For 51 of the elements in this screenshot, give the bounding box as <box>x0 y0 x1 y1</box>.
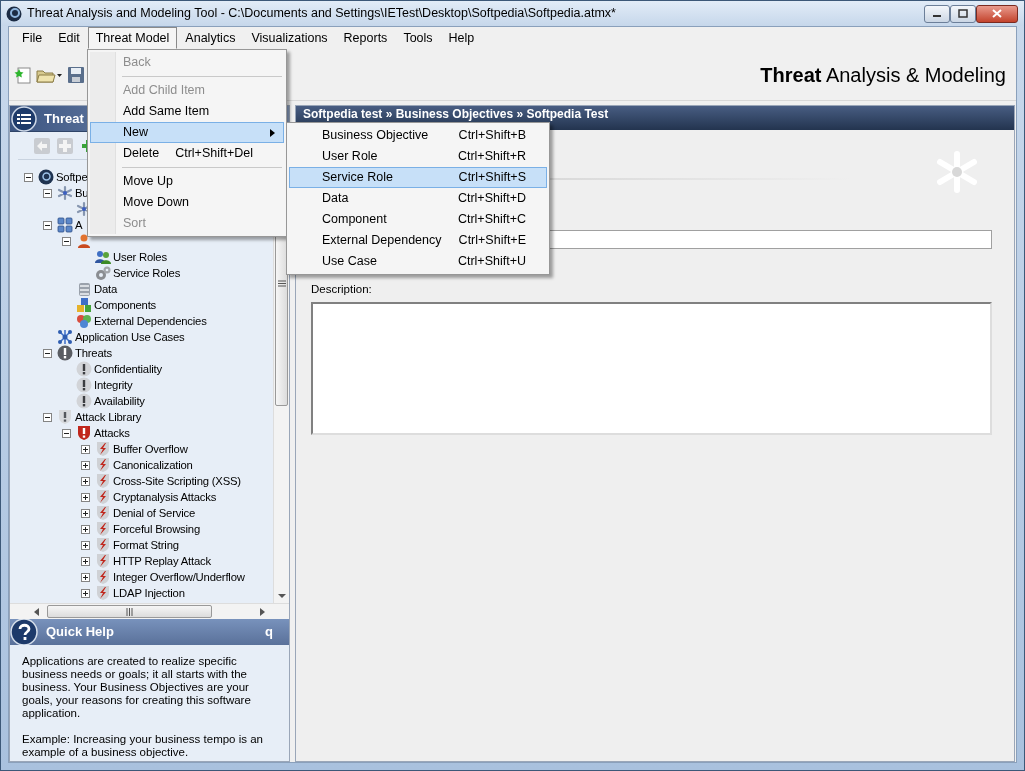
tree-item[interactable]: Attacks <box>94 424 130 442</box>
tree-item[interactable]: Application Use Cases <box>75 328 185 346</box>
menu-item[interactable]: Add Same Item <box>90 101 284 122</box>
tree-item[interactable]: Service Roles <box>113 264 181 282</box>
tree-item[interactable]: Denial of Service <box>113 504 195 522</box>
menu-item[interactable]: Move Down <box>90 192 284 213</box>
tree-item[interactable]: Integer Overflow/Underflow <box>113 568 245 586</box>
tree-item[interactable]: Forceful Browsing <box>113 520 200 538</box>
menu-item[interactable]: New <box>90 122 284 143</box>
menu-item[interactable]: Service Role Ctrl+Shift+S <box>289 167 547 188</box>
tree-item[interactable]: Attack Library <box>75 408 142 426</box>
window-title: Threat Analysis and Modeling Tool - C:\Documents and Settings\IETest\Desktop\Softpedia\Softpedia.atmx* <box>27 5 616 23</box>
tree-item[interactable]: HTTP Replay Attack <box>113 552 211 570</box>
panel-title: Threat <box>44 109 84 128</box>
tree-item[interactable]: Cross-Site Scripting (XSS) <box>113 472 241 490</box>
help-title: Quick Help <box>46 623 114 642</box>
menu-item[interactable]: Delete Ctrl+Shift+Del <box>90 143 284 164</box>
tree-item[interactable]: Buffer Overflow <box>113 440 188 458</box>
shortcut-key: q <box>265 622 273 642</box>
menu-item[interactable]: External Dependency Ctrl+Shift+E <box>289 230 547 251</box>
menu-item[interactable]: Threat Model <box>87 27 178 49</box>
menu-item[interactable]: Tools <box>395 27 441 49</box>
menu-item[interactable]: Edit <box>50 27 88 49</box>
tree-item[interactable]: Components <box>94 296 157 314</box>
menu-item[interactable]: File <box>14 27 51 49</box>
menu-item[interactable]: Data Ctrl+Shift+D <box>289 188 547 209</box>
menu-item[interactable]: Help <box>440 27 483 49</box>
tree-item[interactable]: Cryptanalysis Attacks <box>113 488 217 506</box>
tree-item[interactable]: Availability <box>94 392 145 410</box>
tree-item[interactable]: Softpe <box>56 168 88 186</box>
help-text: Example: Increasing your business tempo is an example of a business objective. <box>22 733 264 759</box>
menu-item[interactable]: Reports <box>335 27 396 49</box>
tree-item[interactable]: External Dependencies <box>94 312 207 330</box>
menu-item[interactable]: Component Ctrl+Shift+C <box>289 209 547 230</box>
tree-item[interactable]: LDAP Injection <box>113 584 185 602</box>
field-label: Description: <box>311 282 373 297</box>
menu-item[interactable]: Analytics <box>177 27 244 49</box>
menu-item[interactable]: Visualizations <box>243 27 336 49</box>
menu-item[interactable]: User Role Ctrl+Shift+R <box>289 146 547 167</box>
tree-item[interactable]: Format String <box>113 536 179 554</box>
menu-item[interactable]: Use Case Ctrl+Shift+U <box>289 251 547 272</box>
tree-item[interactable]: Integrity <box>94 376 133 394</box>
tree-item[interactable]: User Roles <box>113 248 167 266</box>
tree-item[interactable]: Threats <box>75 344 112 362</box>
tree-item[interactable]: Canonicalization <box>113 456 193 474</box>
tree-item[interactable]: Data <box>94 280 118 298</box>
app-heading: Threat Analysis & Modeling <box>760 62 1006 88</box>
tree-item[interactable]: A <box>75 216 83 234</box>
menu-item[interactable]: Move Up <box>90 171 284 192</box>
help-text: Applications are created to realize specific business needs or goals; it all starts with the business. Your Business Objectives are your goals, your reasons for creating this software application. <box>22 655 252 720</box>
tree-item[interactable]: Confidentiality <box>94 360 162 378</box>
